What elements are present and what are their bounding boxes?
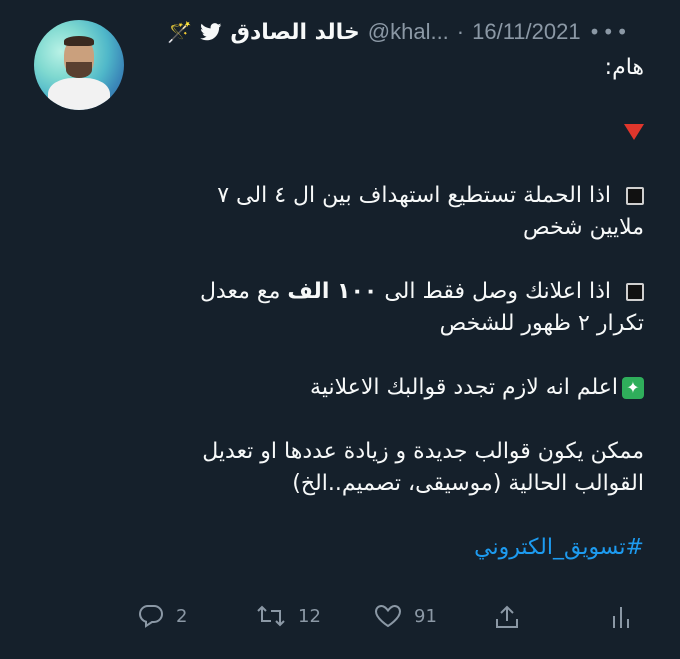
like-count: 91 <box>414 605 437 627</box>
tweet-line-1: هام: <box>604 55 644 80</box>
red-triangle-icon <box>624 124 644 140</box>
tweet-line-6: ✦اعلم انه لازم تجدد قوالبك الاعلانية <box>44 372 644 404</box>
tweet-text: اذا اعلانك وصل فقط الى <box>384 279 611 304</box>
more-options-icon[interactable]: ••• <box>589 20 630 44</box>
tweet-header: 🪄 خالد الصادق @khal... · 16/11/2021 ••• <box>167 17 640 47</box>
avatar-hair <box>64 36 94 46</box>
tweet-card: 🪄 خالد الصادق @khal... · 16/11/2021 ••• … <box>0 0 680 659</box>
share-button[interactable] <box>494 604 520 630</box>
tweet-line-8: القوالب الحالية (موسيقى، تصميم..الخ) <box>292 471 644 496</box>
twitter-bird-icon <box>200 23 222 41</box>
reply-button[interactable]: 2 <box>138 604 187 628</box>
black-square-icon <box>626 187 644 205</box>
share-icon <box>494 604 520 630</box>
separator-dot: · <box>456 19 465 44</box>
tweet-text: مع معدل <box>199 279 281 304</box>
tweet-line-3: ملايين شخص <box>523 215 644 240</box>
tweet-text: اعلم انه لازم تجدد قوالبك الاعلانية <box>310 375 618 400</box>
reply-icon <box>138 604 164 628</box>
tweet-text-bold: ١٠٠ الف <box>287 279 378 304</box>
sparkle-icon: ✦ <box>622 377 644 399</box>
analytics-icon <box>610 604 632 630</box>
reply-count: 2 <box>176 605 188 627</box>
hashtag-link[interactable]: #تسويق_الكتروني <box>44 532 644 564</box>
tweet-line-2: اذا الحملة تستطيع استهداف بين ال ٤ الى ٧ <box>44 180 644 212</box>
heart-icon <box>374 604 402 628</box>
analytics-button[interactable] <box>610 604 632 630</box>
tweet-line-4: اذا اعلانك وصل فقط الى ١٠٠ الف مع معدل <box>44 276 644 308</box>
author-handle[interactable]: @khal... <box>368 19 449 45</box>
retweet-count: 12 <box>298 605 321 627</box>
tweet-body: هام: اذا الحملة تستطيع استهداف بين ال ٤ … <box>44 52 644 564</box>
tweet-date[interactable]: 16/11/2021 <box>472 19 580 45</box>
tweet-line-5: تكرار ٢ ظهور للشخص <box>439 311 644 336</box>
black-square-icon <box>626 283 644 301</box>
retweet-button[interactable]: 12 <box>256 604 321 628</box>
tweet-text: اذا الحملة تستطيع استهداف بين ال ٤ الى ٧ <box>217 183 611 208</box>
retweet-icon <box>256 604 286 628</box>
magic-wand-icon: 🪄 <box>167 20 193 44</box>
tweet-line-7: ممكن يكون قوالب جديدة و زيادة عددها او ت… <box>202 439 644 464</box>
like-button[interactable]: 91 <box>374 604 437 628</box>
tweet-line-triangle <box>44 116 644 148</box>
action-bar: 2 12 91 <box>0 604 680 638</box>
author-name[interactable]: خالد الصادق <box>230 20 359 45</box>
